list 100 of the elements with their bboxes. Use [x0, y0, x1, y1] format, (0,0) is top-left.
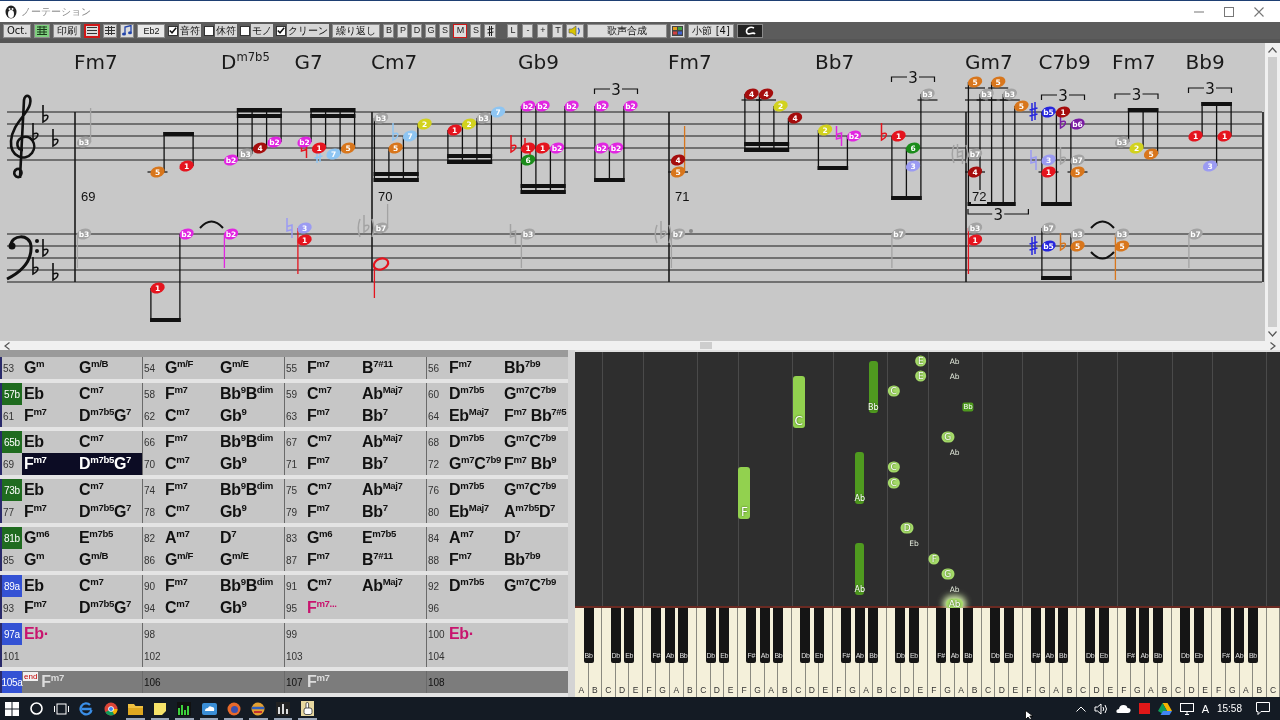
scroll-down-icon[interactable]	[1268, 331, 1277, 337]
maximize-icon[interactable]	[1224, 6, 1234, 17]
toggle-button[interactable]: B	[383, 23, 395, 38]
scroll-thumb[interactable]	[1268, 57, 1277, 327]
measure-number: 61	[2, 410, 16, 422]
triangle-icon[interactable]	[1157, 702, 1172, 715]
palette-button[interactable]	[670, 23, 686, 38]
task-view-icon[interactable]	[54, 702, 69, 715]
circle-icon[interactable]	[30, 702, 44, 715]
chord-symbol: G$^{m7}$C$^{7b9}$	[449, 455, 501, 472]
cloud-icon[interactable]	[1115, 704, 1131, 713]
checkbox-label: 音符	[179, 24, 202, 37]
measure-number: 82	[143, 532, 157, 544]
key-field[interactable]: Eb2	[137, 23, 166, 38]
sticky-note-icon[interactable]	[153, 702, 166, 715]
nav-button[interactable]: +	[537, 23, 549, 38]
chord-symbol: F$^{m7}$	[449, 359, 472, 376]
scroll-up-icon[interactable]	[1268, 47, 1277, 53]
horizontal-scrollbar[interactable]	[0, 341, 1280, 350]
window-title: ノーテーション	[21, 4, 91, 19]
section-label[interactable]: 57b	[2, 383, 22, 405]
speaker-button[interactable]	[566, 23, 585, 38]
chord-symbol: F$^{m7}$	[165, 433, 188, 450]
measure-number: 104	[427, 650, 446, 662]
checkbox[interactable]	[204, 25, 215, 36]
section-label[interactable]: 81b	[2, 527, 22, 549]
octave-button[interactable]: Oct.	[3, 23, 32, 38]
chord-symbol: Eb	[24, 481, 44, 498]
note-marker: D	[900, 522, 914, 534]
chord-symbol: G7	[294, 51, 323, 73]
chord-symbol: Bb$^{9}$B$^{dim}$	[220, 481, 273, 498]
toggle-button[interactable]: D	[411, 23, 423, 38]
toggle-button[interactable]: M	[453, 23, 468, 38]
level-bars-icon[interactable]	[275, 701, 290, 716]
scroll-thumb[interactable]	[700, 342, 712, 349]
equalizer-icon[interactable]	[177, 701, 192, 716]
chord-symbol: F$^{m7}$	[165, 385, 188, 402]
measure-button[interactable]: 小節 [4]	[688, 23, 734, 38]
chord-symbol: G$^{m7}$C$^{7b9}$	[504, 577, 556, 594]
input-mode-indicator[interactable]: A	[1201, 702, 1209, 715]
section-label[interactable]: 97a	[2, 623, 22, 645]
nav-button[interactable]: T	[552, 23, 564, 38]
toggle-button[interactable]: S	[470, 23, 482, 38]
chord-symbol: B$^{7#11}$	[362, 359, 393, 376]
clock[interactable]: 15:58	[1216, 703, 1242, 714]
toggle-button[interactable]: P	[397, 23, 409, 38]
symbol-button[interactable]	[736, 23, 763, 38]
scroll-right-icon[interactable]	[1270, 341, 1276, 350]
vertical-scrollbar[interactable]	[1265, 43, 1280, 341]
checkbox[interactable]	[168, 25, 179, 36]
voice-synthesis-button[interactable]: 歌声合成	[587, 23, 668, 38]
measure-number: 53	[2, 362, 16, 374]
note-marker: G	[941, 568, 955, 580]
folder-icon[interactable]	[127, 702, 143, 715]
browser-icon[interactable]	[79, 701, 94, 716]
measure-number: 108	[427, 676, 446, 688]
windows-logo-icon[interactable]	[5, 701, 20, 716]
notes-button[interactable]	[120, 23, 135, 38]
measure-number: 92	[427, 580, 441, 592]
checkbox[interactable]	[276, 25, 287, 36]
measure-number: 107	[285, 676, 304, 688]
grid-view-button[interactable]	[103, 23, 118, 38]
pointing-hand-icon[interactable]	[300, 701, 314, 716]
close-icon[interactable]	[1254, 6, 1264, 17]
ball-icon[interactable]	[251, 701, 266, 716]
chord-symbol: Fm7	[668, 51, 712, 73]
measure-number: 84	[427, 532, 441, 544]
speaker-icon[interactable]	[1093, 702, 1108, 715]
chord-symbol: F$^{m7}$	[307, 673, 330, 690]
measure-number: 55	[285, 362, 299, 374]
chord-symbol: D$^{m7b5}$	[449, 577, 484, 594]
chord-symbol: Fm7	[74, 51, 118, 73]
tricolor-circle-icon[interactable]	[103, 701, 118, 716]
measure-number: 95	[285, 602, 299, 614]
chord-symbol: C$^{m7}$	[79, 433, 104, 450]
repeat-button[interactable]: 繰り返し	[332, 23, 381, 38]
list-view-button[interactable]	[84, 23, 101, 38]
caret-up-icon[interactable]	[1075, 705, 1086, 712]
selected-measure[interactable]: F$^{m7}$ D$^{m7b5}$G$^{7}$	[22, 453, 142, 475]
nav-button[interactable]: -	[522, 23, 534, 38]
measure-number: 58	[143, 388, 157, 400]
note-marker: G	[941, 431, 955, 443]
section-label[interactable]: 73b	[2, 479, 22, 501]
toggle-button[interactable]: G	[425, 23, 437, 38]
toggle-button[interactable]: S	[439, 23, 451, 38]
scroll-left-icon[interactable]	[4, 341, 10, 350]
score-view-button[interactable]	[34, 23, 51, 38]
disc-icon[interactable]	[226, 701, 241, 716]
notification-icon[interactable]	[1256, 702, 1270, 715]
measure-number: 62	[143, 410, 157, 422]
nav-button[interactable]: L	[507, 23, 519, 38]
sharp-button[interactable]	[484, 23, 497, 38]
chord-symbol: Ab$^{Maj7}$	[362, 577, 403, 594]
cloud-tile-icon[interactable]	[201, 702, 217, 715]
checkbox[interactable]	[240, 25, 251, 36]
section-label[interactable]: 89a	[2, 575, 22, 597]
monitor-icon[interactable]	[1179, 702, 1194, 715]
section-label[interactable]: 65b	[2, 431, 22, 453]
print-button[interactable]: 印刷	[53, 23, 82, 38]
square-icon[interactable]	[1138, 703, 1150, 714]
